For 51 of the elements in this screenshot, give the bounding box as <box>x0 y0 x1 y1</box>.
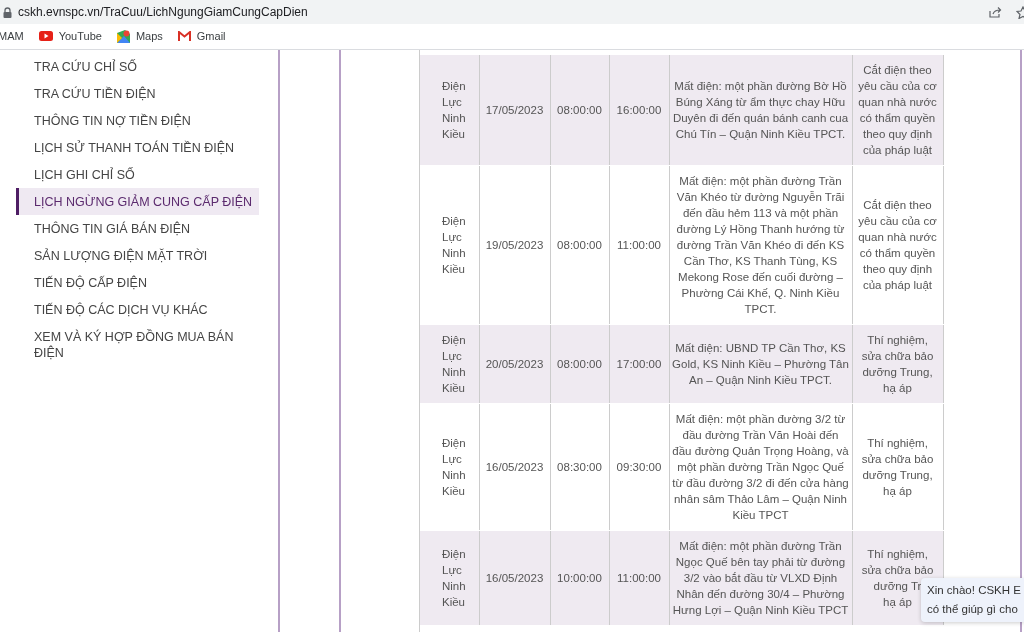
table-cell: Mất điện: UBND TP Cần Thơ, KS Gold, KS Ninh Kiều – Phường Tân An – Quận Ninh Kiều TPCT. <box>669 324 852 404</box>
table-cell: 19/05/2023 <box>479 165 550 325</box>
table-cell: Mất điện: một phần đường Trần Văn Khéo từ đường Nguyễn Trãi đến đầu hẻm 113 và một phần đường Lý Hồng Thanh hướng từ đường Trần Văn Khéo đi đến KS Cần Thơ, KS Thanh Tùng, KS Mekong Rose đến cuối đường – Phường Cái Khế, Q. Ninh Kiều TPCT. <box>669 165 852 325</box>
table-cell: 16:00:00 <box>609 55 669 166</box>
sidebar-item[interactable]: LỊCH NGỪNG GIẢM CUNG CẤP ĐIỆN <box>16 188 259 215</box>
table-cell: 08:00:00 <box>550 324 609 404</box>
table-cell: 10:00:00 <box>550 530 609 626</box>
table-cell: 08:30:00 <box>550 403 609 531</box>
table-cell: 11:00:00 <box>609 530 669 626</box>
table-cell: Thí nghiệm, sửa chữa bảo dưỡng Trung, hạ áp <box>852 403 943 531</box>
bookmark-link[interactable]: Maps <box>116 29 163 43</box>
star-icon[interactable] <box>1016 5 1024 19</box>
table-cell: Điện Lực Ninh Kiều <box>420 403 479 531</box>
table-cell: 17/05/2023 <box>479 55 550 166</box>
sidebar-item[interactable]: TIẾN ĐỘ CẤP ĐIỆN <box>16 269 259 296</box>
url-text[interactable]: cskh.evnspc.vn/TraCuu/LichNgungGiamCungCapDien <box>18 5 308 19</box>
table-cell: Mất điện: một phần đường Bờ Hồ Búng Xáng từ ẩm thực chay Hữu Duyên đi đến quán bánh canh cua Chú Tín – Quận Ninh Kiều TPCT. <box>669 55 852 166</box>
table-cell: 11:00:00 <box>609 165 669 325</box>
share-icon[interactable] <box>989 6 1002 18</box>
bookmark-link[interactable]: YouTube <box>38 30 102 42</box>
table-cell: Mất điện: một phần đường 3/2 từ đầu đường Trần Văn Hoài đến đầu đường Quản Trọng Hoàng, và một phần đường Trần Ngọc Quế từ đầu đường 3/2 đi đến cửa hàng nhân sâm Thảo Lâm – Quận Ninh Kiều TPCT <box>669 403 852 531</box>
table-cell: Điện Lực Ninh Kiều <box>420 55 479 166</box>
bookmark-link[interactable]: Gmail <box>177 30 226 42</box>
table-cell: Mất điện: một phần đường Trần Ngọc Quế bên tay phải từ đường 3/2 vào bắt đầu từ VLXD Định Nhân đến đường 30/4 – Phường Hưng Lợi – Quận Ninh Kiều TPCT <box>669 530 852 626</box>
map-pin-icon <box>116 29 130 43</box>
chat-bubble[interactable]: Xin chào! CSKH E có thể giúp gì cho <box>921 578 1024 622</box>
sidebar-item[interactable]: TRA CỨU TIỀN ĐIỆN <box>16 80 259 107</box>
table-cell: Điện Lực Ninh Kiều <box>420 324 479 404</box>
lock-icon <box>3 6 12 18</box>
table-cell: 16/05/2023 <box>479 530 550 626</box>
table-cell: Điện Lực Ninh Kiều <box>420 165 479 325</box>
sidebar-item[interactable]: LỊCH GHI CHỈ SỐ <box>16 161 259 188</box>
envelope-icon <box>177 31 191 41</box>
table-cell: 08:00:00 <box>550 165 609 325</box>
sidebar-item[interactable]: TIẾN ĐỘ CÁC DỊCH VỤ KHÁC <box>16 296 259 323</box>
sidebar-item[interactable]: THÔNG TIN NỢ TIỀN ĐIỆN <box>16 107 259 134</box>
sidebar-item[interactable]: TRA CỨU CHỈ SỐ <box>16 53 259 80</box>
table-cell: Điện Lực Ninh Kiều <box>420 530 479 626</box>
sidebar-item[interactable]: XEM VÀ KÝ HỢP ĐỒNG MUA BÁN ĐIỆN <box>16 323 259 366</box>
table-cell: Cắt điện theo yêu cầu của cơ quan nhà nước có thẩm quyền theo quy định của pháp luật <box>852 55 943 166</box>
table-cell: Cắt điện theo yêu cầu của cơ quan nhà nước có thẩm quyền theo quy định của pháp luật <box>852 165 943 325</box>
sidebar-item[interactable]: SẢN LƯỢNG ĐIỆN MẶT TRỜI <box>16 242 259 269</box>
table-cell: 09:30:00 <box>609 403 669 531</box>
table-cell: 20/05/2023 <box>479 324 550 404</box>
table-cell: 08:00:00 <box>550 55 609 166</box>
video-play-icon <box>38 31 53 41</box>
sidebar-item[interactable]: LỊCH SỬ THANH TOÁN TIỀN ĐIỆN <box>16 134 259 161</box>
table-cell: Thí nghiệm, sửa chữa bảo dưỡng Trung, hạ áp <box>852 324 943 404</box>
table-cell: 17:00:00 <box>609 324 669 404</box>
sidebar-item[interactable]: THÔNG TIN GIÁ BÁN ĐIỆN <box>16 215 259 242</box>
table-cell: 16/05/2023 <box>479 403 550 531</box>
